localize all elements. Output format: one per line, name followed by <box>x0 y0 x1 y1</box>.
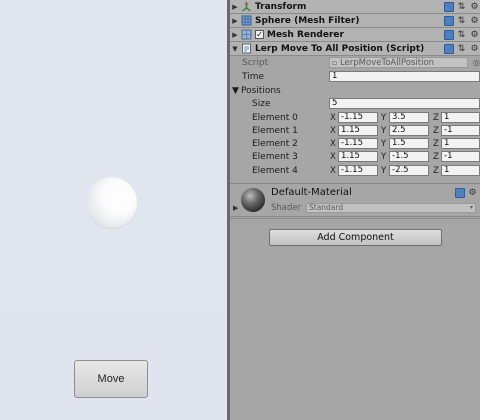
y-axis-label[interactable]: Y <box>381 126 386 136</box>
x-axis-label[interactable]: X <box>330 166 336 176</box>
move-button[interactable]: Move <box>74 360 148 398</box>
x-input[interactable]: 1.15 <box>338 125 378 136</box>
z-axis-label[interactable]: Z <box>433 126 439 136</box>
gear-icon[interactable]: ⚙ <box>469 43 480 54</box>
x-axis-label[interactable]: X <box>330 113 336 123</box>
element-row: Element 2 X -1.15 Y 1.5 Z 1 <box>230 137 480 150</box>
x-input[interactable]: -1.15 <box>338 165 378 176</box>
z-axis-label[interactable]: Z <box>433 113 439 123</box>
y-axis-label[interactable]: Y <box>381 166 386 176</box>
y-input[interactable]: 2.5 <box>389 125 429 136</box>
positions-row[interactable]: ▼ Positions <box>230 84 480 97</box>
sphere-object <box>86 177 137 228</box>
positions-label: Positions <box>241 85 281 96</box>
size-row: Size 5 <box>230 97 480 110</box>
script-value: LerpMoveToAllPosition <box>339 58 435 68</box>
preset-sliders-icon[interactable]: ⇅ <box>456 15 467 26</box>
help-book-icon[interactable] <box>444 29 454 40</box>
mesh-renderer-enabled-checkbox[interactable]: ✓ <box>255 30 264 39</box>
material-fold-arrow-icon[interactable]: ▶ <box>233 204 238 212</box>
element-label: Element 0 <box>252 112 298 123</box>
z-input[interactable]: 1 <box>441 165 480 176</box>
shader-dropdown[interactable]: Standard ▾ <box>306 203 476 213</box>
object-picker-icon[interactable]: ◎ <box>471 57 480 68</box>
help-book-icon[interactable] <box>444 43 454 54</box>
script-icon <box>240 43 252 54</box>
x-input[interactable]: -1.15 <box>338 138 378 149</box>
y-input[interactable]: -2.5 <box>389 165 429 176</box>
script-label: Script <box>242 57 269 68</box>
fold-arrow-icon[interactable]: ▶ <box>230 3 240 11</box>
positions-fold-arrow-icon[interactable]: ▼ <box>232 86 239 96</box>
inspector-panel: ▶ Transform ⇅ ⚙ ▶ Sphere (Mesh Filter) ⇅… <box>230 0 480 420</box>
y-input[interactable]: -1.5 <box>389 151 429 162</box>
y-input[interactable]: 3.5 <box>389 112 429 123</box>
mesh-filter-component-header[interactable]: ▶ Sphere (Mesh Filter) ⇅ ⚙ <box>230 14 480 28</box>
mesh-renderer-component-header[interactable]: ▶ ✓ Mesh Renderer ⇅ ⚙ <box>230 28 480 42</box>
material-name: Default-Material <box>271 187 352 198</box>
x-input[interactable]: -1.15 <box>338 112 378 123</box>
z-input[interactable]: -1 <box>441 151 480 162</box>
y-axis-label[interactable]: Y <box>381 152 386 162</box>
y-axis-label[interactable]: Y <box>381 113 386 123</box>
element-label: Element 4 <box>252 165 298 176</box>
z-axis-label[interactable]: Z <box>433 166 439 176</box>
help-book-icon[interactable] <box>444 15 454 26</box>
fold-arrow-icon[interactable]: ▼ <box>230 45 240 53</box>
fold-arrow-icon[interactable]: ▶ <box>230 31 240 39</box>
component-title: Lerp Move To All Position (Script) <box>255 43 425 54</box>
x-axis-label[interactable]: X <box>330 126 336 136</box>
help-book-icon[interactable] <box>444 1 454 12</box>
gear-icon[interactable]: ⚙ <box>469 15 480 26</box>
script-row: Script ▫ LerpMoveToAllPosition ◎ <box>230 56 480 69</box>
gear-icon[interactable]: ⚙ <box>469 1 480 12</box>
separator <box>230 218 480 219</box>
element-row: Element 0 X -1.15 Y 3.5 Z 1 <box>230 111 480 124</box>
material-section: ▶ Default-Material Shader Standard ▾ ⚙ <box>230 183 480 217</box>
gear-icon[interactable]: ⚙ <box>469 29 480 40</box>
preset-sliders-icon[interactable]: ⇅ <box>456 43 467 54</box>
element-label: Element 1 <box>252 125 298 136</box>
mesh-renderer-icon <box>240 29 252 40</box>
element-label: Element 2 <box>252 138 298 149</box>
z-input[interactable]: 1 <box>441 112 480 123</box>
component-title: Transform <box>255 1 307 12</box>
y-axis-label[interactable]: Y <box>381 139 386 149</box>
x-input[interactable]: 1.15 <box>338 151 378 162</box>
script-object-field[interactable]: ▫ LerpMoveToAllPosition <box>329 57 468 68</box>
gear-icon[interactable]: ⚙ <box>467 187 478 198</box>
dropdown-arrow-icon: ▾ <box>469 204 473 211</box>
fold-arrow-icon[interactable]: ▶ <box>230 17 240 25</box>
shader-value: Standard <box>309 203 344 212</box>
script-component-header[interactable]: ▼ Lerp Move To All Position (Script) ⇅ ⚙ <box>230 42 480 56</box>
preset-sliders-icon[interactable]: ⇅ <box>456 1 467 12</box>
element-row: Element 1 X 1.15 Y 2.5 Z -1 <box>230 124 480 137</box>
transform-component-header[interactable]: ▶ Transform ⇅ ⚙ <box>230 0 480 14</box>
time-row: Time 1 <box>230 70 480 83</box>
material-preview-sphere <box>241 188 265 212</box>
element-row: Element 3 X 1.15 Y -1.5 Z -1 <box>230 150 480 163</box>
transform-icon <box>240 1 252 12</box>
game-view: Move <box>0 0 227 420</box>
x-axis-label[interactable]: X <box>330 139 336 149</box>
time-input[interactable]: 1 <box>329 71 480 82</box>
element-row: Element 4 X -1.15 Y -2.5 Z 1 <box>230 164 480 177</box>
add-component-button[interactable]: Add Component <box>269 229 442 246</box>
component-title: Mesh Renderer <box>267 29 344 40</box>
shader-label: Shader <box>271 203 302 213</box>
preset-sliders-icon[interactable]: ⇅ <box>456 29 467 40</box>
element-label: Element 3 <box>252 151 298 162</box>
component-title: Sphere (Mesh Filter) <box>255 15 360 26</box>
z-axis-label[interactable]: Z <box>433 139 439 149</box>
size-label: Size <box>252 98 271 109</box>
z-input[interactable]: 1 <box>441 138 480 149</box>
y-input[interactable]: 1.5 <box>389 138 429 149</box>
size-input[interactable]: 5 <box>329 98 480 109</box>
z-input[interactable]: -1 <box>441 125 480 136</box>
z-axis-label[interactable]: Z <box>433 152 439 162</box>
mesh-filter-icon <box>240 15 252 26</box>
help-book-icon[interactable] <box>455 187 465 198</box>
x-axis-label[interactable]: X <box>330 152 336 162</box>
time-label: Time <box>242 71 265 82</box>
